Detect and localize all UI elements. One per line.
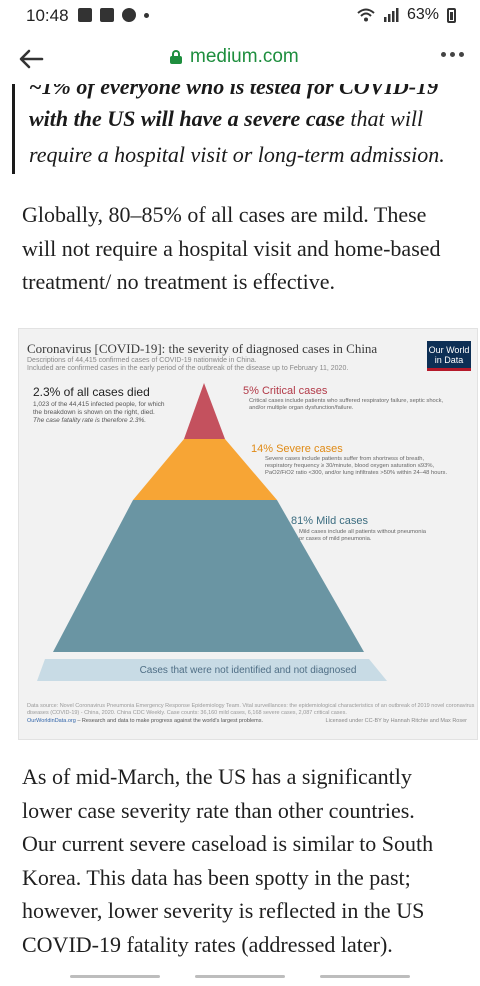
source-note: Data source: Novel Coronavirus Pneumonia… (27, 703, 475, 709)
severity-pyramid-figure[interactable]: Coronavirus [COVID-19]: the severity of … (18, 328, 478, 740)
mild-desc: or cases of mild pneumonia. (299, 536, 372, 542)
quote-line: with the US will have a severe case that… (29, 104, 423, 134)
more-options-icon[interactable] (441, 46, 464, 63)
figure-subtitle: Included are confirmed cases in the earl… (27, 365, 349, 372)
paragraph-line: will not require a hospital visit and ho… (22, 235, 441, 261)
our-world-in-data-logo: Our World in Data (427, 341, 471, 371)
back-arrow-icon[interactable] (16, 44, 46, 74)
paragraph-line: lower case severity rate than other coun… (22, 797, 415, 823)
source-note: diseases (COVID-19) - China, 2020. China… (27, 710, 347, 716)
url-text: medium.com (190, 46, 299, 67)
severe-desc: Severe cases include patients suffer fro… (265, 456, 425, 462)
died-text: the breakdown is shown on the right, die… (33, 409, 155, 416)
quote-line: require a hospital visit or long-term ad… (29, 142, 445, 167)
critical-label: 5% Critical cases (243, 385, 328, 397)
quote-line: ~1% of everyone who is tested for COVID-… (29, 84, 439, 99)
article-paragraph: As of mid-March, the US has a significan… (22, 760, 466, 961)
severe-desc: respiratory frequency ≥ 30/minute, blood… (265, 463, 435, 469)
gallery-icon (78, 8, 92, 22)
article-paragraph: Globally, 80–85% of all cases are mild. … (22, 198, 466, 299)
status-right: 63% (357, 6, 456, 24)
tier-critical (184, 383, 225, 439)
owid-link[interactable]: OurWorldinData.org (27, 718, 76, 724)
address-bar[interactable]: medium.com (170, 46, 299, 68)
mild-label: 81% Mild cases (291, 515, 369, 527)
died-text: 1,023 of the 44,415 infected people, for… (33, 401, 165, 408)
paragraph-line: COVID-19 fatality rates (addressed later… (22, 931, 393, 957)
site-tagline: – Research and data to make progress aga… (75, 718, 264, 724)
figure-subtitle: Descriptions of 44,415 confirmed cases o… (27, 357, 257, 364)
gesture-handle[interactable] (320, 975, 410, 978)
paragraph-line: As of mid-March, the US has a significan… (22, 764, 412, 789)
signal-icon (383, 8, 399, 22)
severe-desc: PaO2/FiO2 ratio <300, and/or lung infilt… (265, 470, 448, 476)
status-bar: 10:48 63% (0, 0, 480, 34)
logo-line: in Data (434, 355, 464, 365)
died-title: 2.3% of all cases died (33, 385, 150, 399)
paragraph-line: treatment/ no treatment is effective. (22, 269, 335, 294)
notification-icons (78, 8, 149, 22)
license-note: Licensed under CC-BY by Hannah Ritchie a… (325, 718, 467, 724)
gesture-handle[interactable] (195, 975, 285, 978)
battery-icon (447, 7, 456, 23)
logo-line: Our World (428, 345, 470, 355)
figure-title: Coronavirus [COVID-19]: the severity of … (27, 341, 378, 356)
lock-icon (170, 50, 182, 64)
battery-percent: 63% (406, 6, 439, 23)
quote-bold: with the US will have a severe case (29, 106, 345, 131)
gesture-handle[interactable] (70, 975, 160, 978)
facebook-icon (122, 8, 136, 22)
paragraph-line: Our current severe caseload is similar t… (22, 831, 434, 856)
undiagnosed-label: Cases that were not identified and not d… (139, 665, 357, 676)
severe-label: 14% Severe cases (251, 443, 343, 455)
blockquote: ~1% of everyone who is tested for COVID-… (12, 84, 475, 174)
navigation-gesture-bar[interactable] (0, 966, 480, 986)
mild-desc: Mild cases include all patients without … (299, 529, 426, 535)
paragraph-line: Globally, 80–85% of all cases are mild. … (22, 202, 427, 227)
died-text: The case fatality rate is therefore 2.3%… (33, 417, 147, 424)
more-notifications-icon (144, 12, 149, 18)
paragraph-line: Korea. This data has been spotty in the … (22, 864, 411, 890)
quote-rest: that will (344, 106, 424, 131)
critical-desc: Critical cases include patients who suff… (249, 398, 444, 404)
site-credit: OurWorldinData.org – Research and data t… (27, 718, 263, 724)
status-time: 10:48 (26, 6, 69, 25)
video-icon (100, 8, 114, 22)
browser-toolbar: medium.com (0, 34, 480, 84)
critical-desc: and/or multiple organ dysfunction/failur… (249, 405, 354, 411)
wifi-icon (357, 8, 375, 22)
paragraph-line: however, lower severity is reflected in … (22, 898, 425, 923)
